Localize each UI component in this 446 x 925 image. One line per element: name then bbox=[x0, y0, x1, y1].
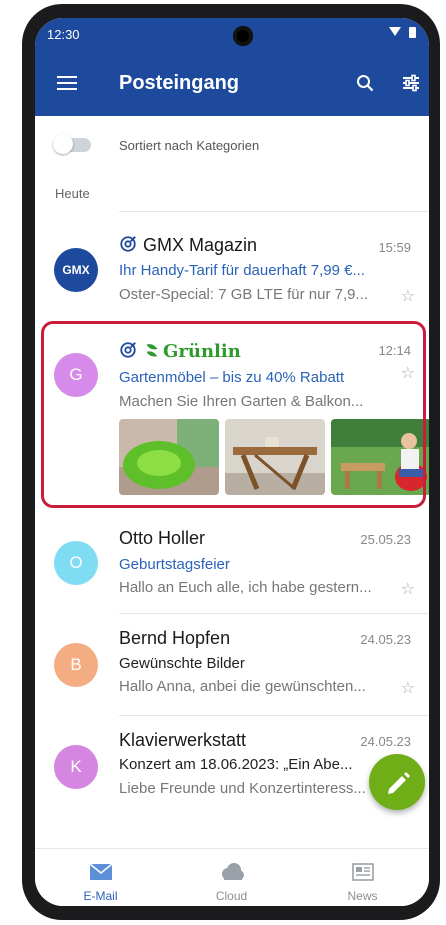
camera-icon bbox=[233, 26, 253, 46]
email-subject: Ihr Handy-Tarif für dauerhaft 7,99 €... bbox=[119, 262, 365, 279]
search-icon[interactable] bbox=[356, 74, 374, 92]
avatar: K bbox=[54, 745, 98, 789]
nav-item-news[interactable]: News bbox=[297, 849, 428, 906]
top-bar: 12:30 Posteingang bbox=[35, 18, 429, 116]
star-icon[interactable]: ☆ bbox=[401, 286, 415, 306]
email-sender: Bernd Hopfen bbox=[119, 628, 231, 648]
avatar: O bbox=[54, 541, 98, 585]
email-time: 24.05.23 bbox=[360, 734, 411, 749]
news-icon bbox=[352, 863, 374, 881]
email-subject: Gewünschte Bilder bbox=[119, 655, 245, 672]
email-sender: Klavierwerkstatt bbox=[119, 730, 247, 750]
status-bar: 12:30 bbox=[35, 18, 429, 50]
email-row-bernd[interactable]: B Bernd Hopfen 24.05.23 Gewünschte Bilde… bbox=[35, 614, 429, 714]
section-divider bbox=[119, 211, 429, 212]
star-icon[interactable]: ☆ bbox=[401, 678, 415, 698]
page-title: Posteingang bbox=[119, 72, 240, 94]
email-preview: Hallo Anna, anbei die gewünschten... bbox=[119, 678, 366, 695]
nav-label-cloud: Cloud bbox=[215, 889, 248, 903]
section-label-today: Heute bbox=[55, 186, 90, 201]
wifi-icon bbox=[389, 27, 401, 36]
sort-toggle[interactable] bbox=[53, 134, 91, 154]
email-row-gmx[interactable]: GMX GMX Magazin 15:59 Ihr Handy-Tarif fü… bbox=[35, 218, 429, 318]
email-sender: GMX Magazin bbox=[119, 235, 257, 256]
mail-icon bbox=[89, 863, 113, 880]
email-sender: Otto Holler bbox=[119, 528, 206, 548]
sort-label: Sortiert nach Kategorien bbox=[119, 138, 260, 153]
toggle-knob bbox=[53, 134, 73, 154]
cloud-icon bbox=[222, 863, 244, 880]
nav-label-news: News bbox=[347, 889, 378, 903]
avatar: B bbox=[54, 643, 98, 687]
email-row-otto[interactable]: O Otto Holler 25.05.23 Geburtstagsfeier … bbox=[35, 510, 429, 610]
email-subject: Geburtstagsfeier bbox=[119, 556, 230, 573]
nav-label-email: E-Mail bbox=[83, 889, 118, 903]
app-bar: Posteingang bbox=[35, 54, 429, 110]
email-time: 15:59 bbox=[378, 240, 411, 255]
status-time: 12:30 bbox=[47, 27, 80, 42]
phone-frame: 12:30 Posteingang Sortiert nach Kategori… bbox=[22, 4, 440, 920]
email-preview: Oster-Special: 7 GB LTE für nur 7,9... bbox=[119, 286, 368, 303]
menu-icon[interactable] bbox=[57, 76, 77, 90]
bottom-nav: E-Mail Cloud News bbox=[35, 848, 429, 906]
email-preview: Hallo an Euch alle, ich habe gestern... bbox=[119, 579, 372, 596]
highlight-frame bbox=[41, 321, 426, 508]
pencil-icon bbox=[388, 772, 410, 794]
screen: 12:30 Posteingang Sortiert nach Kategori… bbox=[35, 18, 429, 906]
compose-button[interactable] bbox=[369, 754, 425, 810]
at-icon bbox=[120, 236, 136, 252]
nav-item-cloud[interactable]: Cloud bbox=[166, 849, 297, 906]
nav-item-email[interactable]: E-Mail bbox=[35, 849, 166, 906]
email-time: 24.05.23 bbox=[360, 632, 411, 647]
star-icon[interactable]: ☆ bbox=[401, 579, 415, 599]
sort-bar: Sortiert nach Kategorien bbox=[35, 116, 429, 172]
sender-name: GMX Magazin bbox=[143, 235, 258, 255]
email-preview: Liebe Freunde und Konzertinteress... bbox=[119, 780, 366, 797]
battery-icon bbox=[409, 27, 416, 38]
email-subject: Konzert am 18.06.2023: „Ein Abe... bbox=[119, 756, 353, 773]
avatar: GMX bbox=[54, 248, 98, 292]
filter-icon[interactable] bbox=[402, 74, 420, 92]
email-time: 25.05.23 bbox=[360, 532, 411, 547]
